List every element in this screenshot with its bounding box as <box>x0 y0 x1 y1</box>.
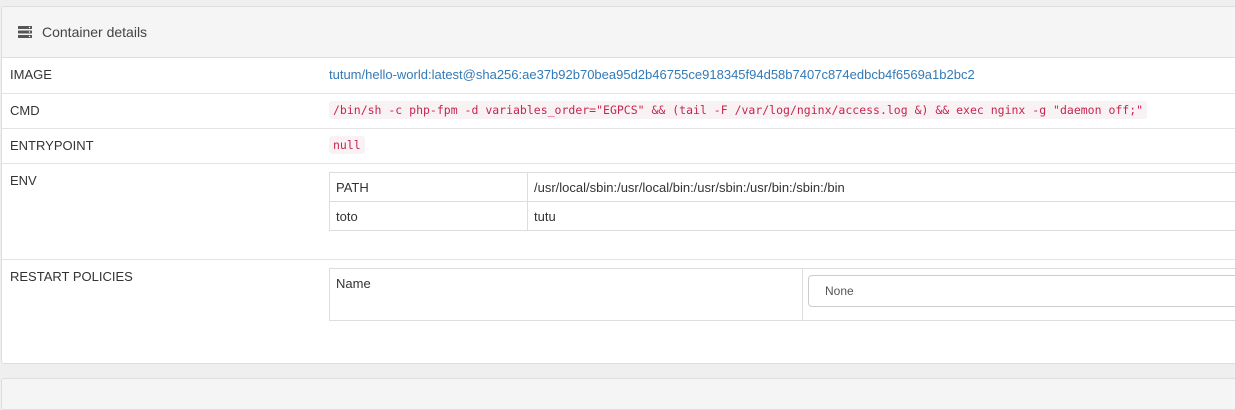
env-value: /usr/local/sbin:/usr/local/bin:/usr/sbin… <box>528 173 1235 202</box>
env-row-item: PATH /usr/local/sbin:/usr/local/bin:/usr… <box>330 173 1235 202</box>
restart-policy-name-label: Name <box>330 269 803 321</box>
cmd-label: CMD <box>10 103 40 118</box>
cmd-row: CMD /bin/sh -c php-fpm -d variables_orde… <box>2 94 1235 129</box>
env-label: ENV <box>10 173 37 188</box>
restart-policies-row: RESTART POLICIES Name None <box>2 260 1235 363</box>
env-row: ENV PATH /usr/local/sbin:/usr/local/bin:… <box>2 164 1235 260</box>
entrypoint-code: null <box>329 136 365 154</box>
restart-policies-label: RESTART POLICIES <box>10 269 133 284</box>
entrypoint-value: null <box>329 137 365 152</box>
image-label: IMAGE <box>10 67 52 82</box>
next-panel-heading <box>1 378 1235 410</box>
entrypoint-label: ENTRYPOINT <box>10 138 94 153</box>
env-value: tutu <box>528 202 1235 231</box>
panel-title: Container details <box>42 24 147 40</box>
restart-policies-table: Name None <box>329 268 1235 321</box>
panel-heading: Container details <box>2 7 1235 58</box>
container-details-panel: Container details IMAGE tutum/hello-worl… <box>1 6 1235 364</box>
env-row-item: toto tutu <box>330 202 1235 231</box>
entrypoint-row: ENTRYPOINT null <box>2 129 1235 164</box>
image-row: IMAGE tutum/hello-world:latest@sha256:ae… <box>2 58 1235 94</box>
restart-policy-select[interactable]: None <box>808 275 1235 307</box>
env-key: toto <box>330 202 528 231</box>
server-icon <box>18 26 32 38</box>
cmd-value: /bin/sh -c php-fpm -d variables_order="E… <box>329 102 1147 117</box>
restart-policy-select-cell: None <box>803 269 1235 321</box>
restart-policy-row: Name None <box>330 269 1235 321</box>
restart-policy-selected-value: None <box>825 284 854 298</box>
image-link[interactable]: tutum/hello-world:latest@sha256:ae37b92b… <box>329 67 975 82</box>
cmd-code: /bin/sh -c php-fpm -d variables_order="E… <box>329 101 1147 119</box>
env-key: PATH <box>330 173 528 202</box>
env-table: PATH /usr/local/sbin:/usr/local/bin:/usr… <box>329 172 1235 231</box>
image-value: tutum/hello-world:latest@sha256:ae37b92b… <box>329 67 975 82</box>
